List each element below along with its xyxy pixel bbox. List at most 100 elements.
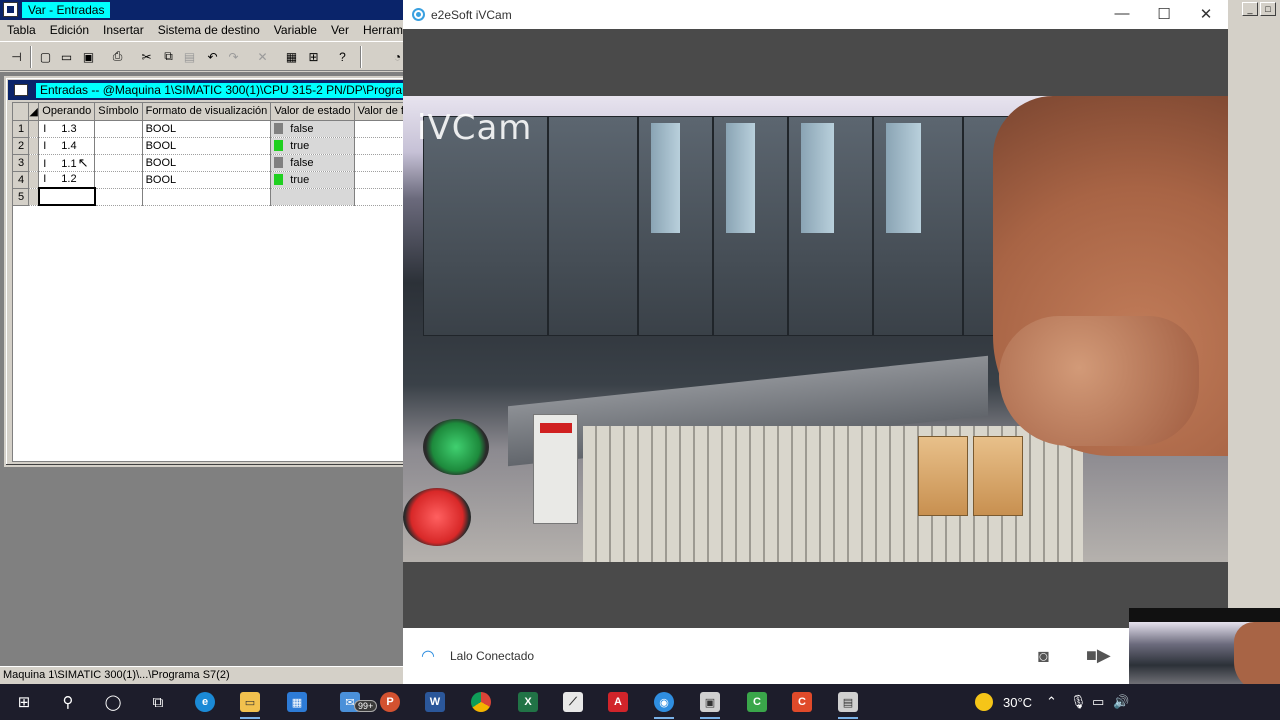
force-value-cell[interactable] bbox=[354, 171, 409, 189]
symbol-cell[interactable] bbox=[94, 171, 143, 189]
row-number[interactable]: 5 bbox=[13, 188, 29, 206]
windows-start-icon[interactable]: ⊞ bbox=[4, 688, 44, 716]
header-simbolo[interactable]: Símbolo bbox=[94, 103, 143, 121]
maximize-icon[interactable]: ☐ bbox=[1155, 5, 1173, 23]
operand-cell[interactable]: I 1.2 bbox=[38, 171, 96, 189]
excel-icon[interactable]: X bbox=[508, 688, 548, 716]
new-icon[interactable]: ▢ bbox=[36, 47, 55, 66]
row-selector[interactable] bbox=[28, 120, 40, 138]
force-value-cell[interactable] bbox=[354, 120, 409, 138]
symbol-cell[interactable] bbox=[94, 188, 143, 206]
operand-edit-cell[interactable] bbox=[37, 187, 96, 206]
header-valor-forzado[interactable]: Valor de f bbox=[354, 103, 409, 121]
step7-icon[interactable]: ▣ bbox=[690, 688, 730, 719]
plc-module bbox=[788, 116, 873, 336]
simatic-icon[interactable]: ⟋ bbox=[553, 688, 593, 716]
variable-icon[interactable]: ⊞ bbox=[304, 47, 323, 66]
symbol-cell[interactable] bbox=[94, 154, 143, 172]
word-icon[interactable]: W bbox=[415, 688, 455, 716]
redo-icon[interactable]: ↷ bbox=[224, 47, 243, 66]
copy-icon[interactable]: ⧉ bbox=[159, 47, 178, 66]
header-valor-estado[interactable]: Valor de estado bbox=[270, 103, 355, 121]
operand-cell[interactable]: I 1.4 bbox=[38, 137, 96, 155]
operand-cell[interactable]: I 1.1↖ bbox=[38, 154, 96, 172]
menu-sistema-destino[interactable]: Sistema de destino bbox=[151, 20, 267, 41]
force-value-cell[interactable] bbox=[354, 188, 409, 206]
menu-edicion[interactable]: Edición bbox=[43, 20, 96, 41]
format-cell[interactable]: BOOL bbox=[142, 120, 272, 138]
file-explorer-icon[interactable]: ▭ bbox=[230, 688, 270, 719]
microphone-icon[interactable]: 🎙 bbox=[1070, 684, 1087, 720]
format-cell[interactable]: BOOL bbox=[142, 154, 272, 172]
row-selector[interactable] bbox=[28, 188, 40, 206]
maximize-icon[interactable]: □ bbox=[1260, 2, 1276, 16]
minimize-icon[interactable]: _ bbox=[1242, 2, 1258, 16]
powerpoint-icon[interactable]: P bbox=[370, 688, 410, 716]
camera-icon[interactable]: ◙ bbox=[1038, 646, 1049, 667]
row-number[interactable]: 4 bbox=[13, 171, 29, 189]
cortana-icon[interactable]: ◯ bbox=[93, 688, 133, 716]
row-number[interactable]: 3 bbox=[13, 154, 29, 172]
row-number[interactable]: 2 bbox=[13, 137, 29, 155]
connection-status: Lalo Conectado bbox=[450, 649, 535, 663]
video-record-icon[interactable]: ■▶ bbox=[1086, 645, 1111, 666]
table-row[interactable]: 3 I 1.1↖ BOOL false bbox=[13, 154, 409, 172]
table-header: ◢ Operando Símbolo Formato de visualizac… bbox=[13, 103, 409, 121]
open-icon[interactable]: ▭ bbox=[57, 47, 76, 66]
operand-address: 1.1 bbox=[61, 157, 77, 170]
close-icon[interactable]: ✕ bbox=[1197, 5, 1215, 23]
row-number[interactable]: 1 bbox=[13, 120, 29, 138]
symbol-cell[interactable] bbox=[94, 120, 143, 138]
paste-icon[interactable]: ▤ bbox=[180, 47, 199, 66]
table-row[interactable]: 5 bbox=[13, 187, 409, 206]
menu-tabla[interactable]: Tabla bbox=[0, 20, 43, 41]
status-value: false bbox=[290, 122, 314, 135]
format-cell[interactable]: BOOL bbox=[142, 171, 272, 189]
search-icon[interactable]: ⚲ bbox=[48, 688, 88, 716]
chrome-icon[interactable] bbox=[461, 688, 501, 716]
volume-icon[interactable]: 🔊 bbox=[1113, 684, 1129, 720]
help-icon[interactable]: ? bbox=[333, 47, 352, 66]
force-value-cell[interactable] bbox=[354, 137, 409, 155]
row-selector[interactable] bbox=[28, 137, 40, 155]
var-table-taskbar-icon[interactable]: ▤ bbox=[828, 688, 868, 719]
minimize-icon[interactable]: — bbox=[1113, 5, 1131, 22]
operand-type: I bbox=[43, 139, 47, 152]
undo-icon[interactable]: ↶ bbox=[203, 47, 222, 66]
cut-icon[interactable]: ✂ bbox=[137, 47, 156, 66]
monitor-icon[interactable]: ▦ bbox=[282, 47, 301, 66]
header-formato[interactable]: Formato de visualización bbox=[142, 103, 272, 121]
table-row[interactable]: 4 I 1.2 BOOL true bbox=[13, 171, 409, 189]
ivcam-taskbar-icon[interactable]: ◉ bbox=[644, 688, 684, 719]
menu-ver[interactable]: Ver bbox=[324, 20, 356, 41]
task-view-icon[interactable]: ⧉ bbox=[138, 688, 178, 716]
format-cell[interactable] bbox=[142, 188, 272, 206]
ivcam-watermark: iVCam bbox=[417, 108, 533, 148]
battery-icon[interactable]: ▭ bbox=[1092, 684, 1104, 720]
mail-icon[interactable]: ✉ 99+ bbox=[330, 688, 378, 716]
acrobat-icon[interactable]: A bbox=[598, 688, 638, 716]
menu-insertar[interactable]: Insertar bbox=[96, 20, 151, 41]
camtasia-red-icon[interactable]: C bbox=[782, 688, 822, 716]
header-operando[interactable]: Operando bbox=[38, 103, 96, 121]
format-cell[interactable]: BOOL bbox=[142, 137, 272, 155]
ivcam-window: e2eSoft iVCam — ☐ ✕ iVCam ◠ Lalo Conecta… bbox=[403, 0, 1228, 684]
symbol-cell[interactable] bbox=[94, 137, 143, 155]
header-select-all[interactable]: ◢ bbox=[28, 103, 40, 121]
table-row[interactable]: 1 I 1.3 BOOL false bbox=[13, 120, 409, 138]
force-value-cell[interactable] bbox=[354, 154, 409, 172]
camtasia-green-icon[interactable]: C bbox=[737, 688, 777, 716]
row-selector[interactable] bbox=[28, 171, 40, 189]
store-icon[interactable]: ▦ bbox=[277, 688, 317, 716]
menu-variable[interactable]: Variable bbox=[267, 20, 324, 41]
table-row[interactable]: 2 I 1.4 BOOL true bbox=[13, 137, 409, 155]
show-hidden-icons[interactable]: ⌃ bbox=[1046, 684, 1057, 720]
pin-icon[interactable]: ⊣ bbox=[7, 47, 26, 66]
operand-cell[interactable]: I 1.3 bbox=[38, 120, 96, 138]
delete-icon[interactable]: ✕ bbox=[253, 47, 272, 66]
print-icon[interactable]: ⎙ bbox=[108, 47, 127, 66]
save-icon[interactable]: ▣ bbox=[79, 47, 98, 66]
weather[interactable]: 30°C bbox=[975, 684, 1032, 720]
row-selector[interactable] bbox=[28, 154, 40, 172]
edge-icon[interactable]: e bbox=[185, 688, 225, 716]
